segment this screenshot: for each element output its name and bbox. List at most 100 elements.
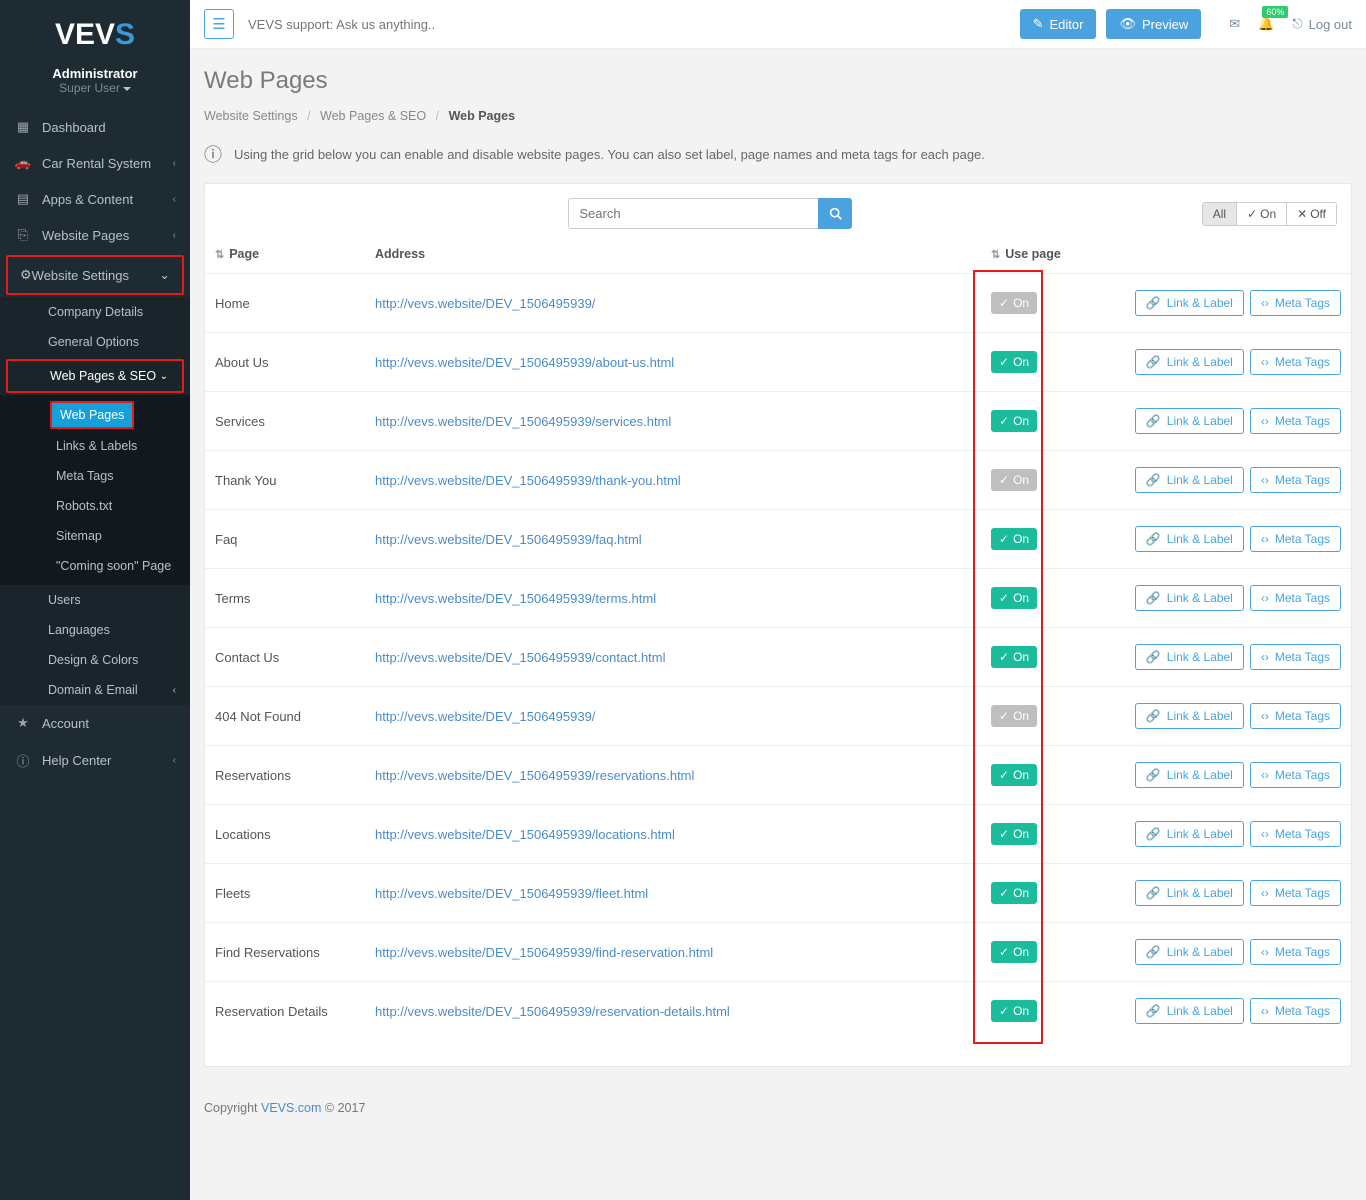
support-input[interactable] — [244, 11, 584, 38]
toggle-on-button[interactable]: ✓ On — [991, 351, 1037, 373]
page-url-link[interactable]: http://vevs.website/DEV_1506495939/about… — [375, 355, 674, 370]
subnav-design-colors[interactable]: Design & Colors — [0, 645, 190, 675]
nav-help-center[interactable]: ⓘ Help Center ‹ — [0, 741, 190, 780]
actions-cell: 🔗 Link & Label‹› Meta Tags — [1091, 746, 1351, 805]
link-label-button[interactable]: 🔗 Link & Label — [1135, 290, 1244, 316]
link-label-button[interactable]: 🔗 Link & Label — [1135, 644, 1244, 670]
meta-tags-button[interactable]: ‹› Meta Tags — [1250, 467, 1341, 493]
toggle-on-button[interactable]: ✓ On — [991, 646, 1037, 668]
nav-website-pages[interactable]: ⎘ Website Pages ‹ — [0, 217, 190, 253]
breadcrumb: Website Settings / Web Pages & SEO / Web… — [190, 103, 1366, 133]
page-name-cell: Locations — [205, 805, 365, 864]
search-button[interactable] — [818, 198, 852, 229]
toggle-on-button[interactable]: ✓ On — [991, 764, 1037, 786]
page-url-link[interactable]: http://vevs.website/DEV_1506495939/fleet… — [375, 886, 648, 901]
subnav-domain-email[interactable]: Domain & Email ‹ — [0, 675, 190, 705]
link-icon: 🔗 — [1146, 296, 1161, 310]
envelope-icon[interactable]: ✉ — [1229, 16, 1240, 32]
search-input[interactable] — [568, 198, 818, 229]
page-name-cell: About Us — [205, 333, 365, 392]
subnav-company-details[interactable]: Company Details — [0, 297, 190, 327]
page-url-link[interactable]: http://vevs.website/DEV_1506495939/find-… — [375, 945, 713, 960]
toggle-on-button[interactable]: ✓ On — [991, 587, 1037, 609]
meta-tags-button[interactable]: ‹› Meta Tags — [1250, 290, 1341, 316]
nav-account[interactable]: ★ Account — [0, 705, 190, 741]
sort-icon[interactable]: ⇅ — [991, 249, 1000, 261]
link-label-button[interactable]: 🔗 Link & Label — [1135, 880, 1244, 906]
code-icon: ‹› — [1261, 886, 1269, 900]
meta-tags-button[interactable]: ‹› Meta Tags — [1250, 821, 1341, 847]
subnav-web-pages[interactable]: Web Pages — [52, 403, 132, 427]
page-url-link[interactable]: http://vevs.website/DEV_1506495939/reser… — [375, 1004, 730, 1019]
subnav-users[interactable]: Users — [0, 585, 190, 615]
editor-button[interactable]: ✎ Editor — [1020, 9, 1097, 39]
meta-tags-button[interactable]: ‹› Meta Tags — [1250, 939, 1341, 965]
page-url-link[interactable]: http://vevs.website/DEV_1506495939/reser… — [375, 768, 694, 783]
footer-brand-link[interactable]: VEVS.com — [261, 1101, 321, 1115]
user-box[interactable]: Administrator Super User — [0, 62, 190, 109]
page-url-link[interactable]: http://vevs.website/DEV_1506495939/ — [375, 709, 595, 724]
nav-website-settings[interactable]: ⚙ Website Settings ⌄ — [8, 257, 182, 293]
filter-on-button[interactable]: ✓On — [1237, 203, 1287, 225]
link-label-button[interactable]: 🔗 Link & Label — [1135, 939, 1244, 965]
link-label-button[interactable]: 🔗 Link & Label — [1135, 467, 1244, 493]
toggle-on-button[interactable]: ✓ On — [991, 1000, 1037, 1022]
subnav-robots[interactable]: Robots.txt — [0, 491, 190, 521]
breadcrumb-link[interactable]: Web Pages & SEO — [320, 109, 426, 123]
link-label-button[interactable]: 🔗 Link & Label — [1135, 349, 1244, 375]
link-label-button[interactable]: 🔗 Link & Label — [1135, 408, 1244, 434]
user-level: Super User — [59, 81, 120, 95]
page-url-link[interactable]: http://vevs.website/DEV_1506495939/locat… — [375, 827, 675, 842]
subnav-languages[interactable]: Languages — [0, 615, 190, 645]
toggle-on-button[interactable]: ✓ On — [991, 410, 1037, 432]
meta-tags-button[interactable]: ‹› Meta Tags — [1250, 349, 1341, 375]
meta-tags-button[interactable]: ‹› Meta Tags — [1250, 526, 1341, 552]
nav-dashboard[interactable]: ▦ Dashboard — [0, 109, 190, 145]
toggle-on-button[interactable]: ✓ On — [991, 528, 1037, 550]
meta-tags-button[interactable]: ‹› Meta Tags — [1250, 998, 1341, 1024]
toggle-on-button[interactable]: ✓ On — [991, 823, 1037, 845]
meta-tags-button[interactable]: ‹› Meta Tags — [1250, 703, 1341, 729]
subnav-links-labels[interactable]: Links & Labels — [0, 431, 190, 461]
use-page-cell: ✓ On — [981, 628, 1091, 687]
col-header: Use page — [1005, 247, 1061, 261]
filter-off-button[interactable]: ✕Off — [1287, 203, 1336, 225]
page-url-link[interactable]: http://vevs.website/DEV_1506495939/ — [375, 296, 595, 311]
use-page-cell: ✓ On — [981, 805, 1091, 864]
preview-button[interactable]: 👁 Preview — [1106, 9, 1201, 39]
page-url-link[interactable]: http://vevs.website/DEV_1506495939/faq.h… — [375, 532, 642, 547]
page-url-link[interactable]: http://vevs.website/DEV_1506495939/thank… — [375, 473, 681, 488]
subnav-sitemap[interactable]: Sitemap — [0, 521, 190, 551]
meta-tags-button[interactable]: ‹› Meta Tags — [1250, 644, 1341, 670]
nav-car-rental[interactable]: 🚗 Car Rental System ‹ — [0, 145, 190, 181]
breadcrumb-link[interactable]: Website Settings — [204, 109, 298, 123]
link-label-button[interactable]: 🔗 Link & Label — [1135, 585, 1244, 611]
meta-tags-button[interactable]: ‹› Meta Tags — [1250, 762, 1341, 788]
subnav-web-pages-seo[interactable]: Web Pages & SEO ⌄ — [8, 361, 182, 391]
meta-tags-button[interactable]: ‹› Meta Tags — [1250, 585, 1341, 611]
toggle-on-button[interactable]: ✓ On — [991, 882, 1037, 904]
sort-icon[interactable]: ⇅ — [215, 249, 224, 261]
subnav-coming-soon[interactable]: "Coming soon" Page — [0, 551, 190, 581]
link-label-button[interactable]: 🔗 Link & Label — [1135, 998, 1244, 1024]
page-url-link[interactable]: http://vevs.website/DEV_1506495939/terms… — [375, 591, 656, 606]
link-label-button[interactable]: 🔗 Link & Label — [1135, 526, 1244, 552]
link-label-button[interactable]: 🔗 Link & Label — [1135, 703, 1244, 729]
actions-cell: 🔗 Link & Label‹› Meta Tags — [1091, 628, 1351, 687]
page-url-link[interactable]: http://vevs.website/DEV_1506495939/conta… — [375, 650, 666, 665]
toggle-on-button[interactable]: ✓ On — [991, 941, 1037, 963]
page-url-cell: http://vevs.website/DEV_1506495939/conta… — [365, 628, 981, 687]
subnav-general-options[interactable]: General Options — [0, 327, 190, 357]
page-url-link[interactable]: http://vevs.website/DEV_1506495939/servi… — [375, 414, 671, 429]
meta-tags-button[interactable]: ‹› Meta Tags — [1250, 880, 1341, 906]
notifications-button[interactable]: 🔔 60% — [1258, 16, 1274, 32]
link-label-button[interactable]: 🔗 Link & Label — [1135, 762, 1244, 788]
meta-tags-button[interactable]: ‹› Meta Tags — [1250, 408, 1341, 434]
logout-button[interactable]: ⎋ Log out — [1292, 16, 1352, 32]
menu-toggle-button[interactable]: ☰ — [204, 9, 234, 39]
subnav-meta-tags[interactable]: Meta Tags — [0, 461, 190, 491]
link-label-button[interactable]: 🔗 Link & Label — [1135, 821, 1244, 847]
check-icon: ✓ — [999, 473, 1009, 487]
filter-all-button[interactable]: All — [1203, 203, 1237, 225]
nav-apps[interactable]: ▤ Apps & Content ‹ — [0, 181, 190, 217]
